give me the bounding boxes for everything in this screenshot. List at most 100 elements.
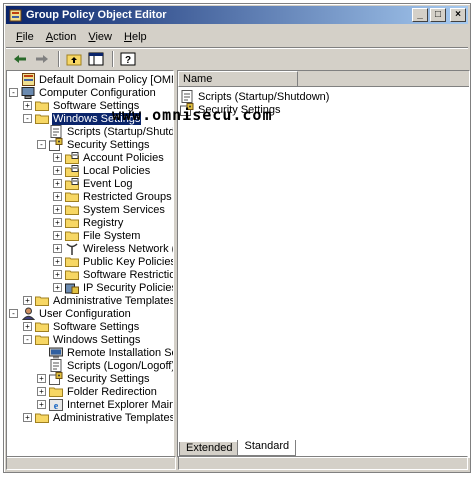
column-header-name[interactable]: Name (178, 71, 298, 87)
forward-arrow-icon (36, 54, 48, 63)
minimize-button[interactable]: _ (412, 8, 428, 22)
folder-icon (35, 113, 49, 125)
tree-node[interactable]: + Folder Redirection (9, 385, 173, 398)
collapse-icon[interactable]: - (23, 114, 32, 123)
tree-node-label: Restricted Groups (83, 190, 172, 203)
svg-text:e: e (54, 401, 59, 411)
menu-action[interactable]: Action (40, 29, 83, 45)
menu-bar: File Action View Help (6, 27, 468, 46)
tree-node[interactable]: - Windows Settings (9, 333, 173, 346)
tree-node[interactable]: - Security Settings (9, 138, 173, 151)
menu-view[interactable]: View (82, 29, 118, 45)
maximize-button[interactable]: □ (430, 8, 446, 22)
expand-icon[interactable]: + (53, 166, 62, 175)
help-icon: ? (120, 52, 136, 66)
tree-node[interactable]: + System Services (9, 203, 173, 216)
expand-icon[interactable]: + (37, 400, 46, 409)
tree-node[interactable]: + IP Security Policies or (9, 281, 173, 294)
tree-node-label: Registry (83, 216, 124, 229)
tree-node[interactable]: + Administrative Templates (9, 411, 174, 424)
folder-icon (65, 204, 79, 216)
console-tree-icon (88, 52, 104, 65)
expand-icon[interactable]: + (53, 153, 62, 162)
collapse-icon[interactable]: - (9, 88, 18, 97)
folder-icon (35, 412, 49, 424)
expand-icon[interactable]: + (53, 283, 62, 292)
computer-icon (21, 86, 35, 99)
tree-node[interactable]: Scripts (Startup/Shutdow (9, 125, 174, 138)
tree-node[interactable]: Default Domain Policy [OMNI-SERV-0 (9, 73, 173, 86)
tree-node[interactable]: + Software Restriction (9, 268, 173, 281)
collapse-icon[interactable]: - (9, 309, 18, 318)
tree-node-label: Windows Settings (53, 333, 141, 346)
status-cell-left (6, 456, 176, 470)
tree-node-label: Administrative Templates (53, 294, 174, 307)
folder-icon (65, 230, 79, 242)
tree-node[interactable]: + Software Settings (9, 320, 173, 333)
tree-node-label: System Services (83, 203, 165, 216)
up-one-level-button[interactable] (64, 50, 84, 68)
tree-node[interactable]: Remote Installation Servi (9, 346, 173, 359)
tree-node[interactable]: + Public Key Policies (9, 255, 173, 268)
tree-node[interactable]: - User Configuration (9, 307, 173, 320)
tree-node[interactable]: + Administrative Templates (9, 294, 174, 307)
watermark-text: www.omnisecu.com (112, 106, 273, 124)
tree-node-label: Scripts (Startup/Shutdow (67, 125, 174, 138)
tree-node-label: Administrative Templates (53, 411, 174, 424)
tab-extended[interactable]: Extended (179, 442, 240, 456)
tree-node[interactable]: + Account Policies (9, 151, 173, 164)
back-button[interactable] (10, 50, 30, 68)
expand-icon[interactable]: + (37, 374, 46, 383)
tree-node[interactable]: + File System (9, 229, 173, 242)
menu-file[interactable]: File (10, 29, 40, 45)
list-item[interactable]: Scripts (Startup/Shutdown) (180, 90, 330, 103)
close-button[interactable]: × (450, 8, 466, 22)
tab-standard[interactable]: Standard (237, 440, 297, 456)
tree-node[interactable]: + Security Settings (9, 372, 173, 385)
expand-icon[interactable]: + (37, 387, 46, 396)
tree-node[interactable]: + Wireless Network (IE (9, 242, 173, 255)
tree-node-label: Account Policies (83, 151, 164, 164)
folder-icon (35, 334, 49, 346)
console-tree: Default Domain Policy [OMNI-SERV-0 - Compu… (9, 73, 174, 424)
collapse-icon[interactable]: - (23, 335, 32, 344)
tree-node[interactable]: + Restricted Groups (9, 190, 173, 203)
expand-icon[interactable]: + (53, 244, 62, 253)
list-item-label: Scripts (Startup/Shutdown) (198, 90, 330, 103)
tree-node-label: Computer Configuration (39, 86, 156, 99)
folder-icon (65, 256, 79, 268)
tree-node[interactable]: Scripts (Logon/Logoff) (9, 359, 174, 372)
tree-node[interactable]: + Registry (9, 216, 173, 229)
policy-folder-icon (65, 177, 79, 190)
tree-node-label: Scripts (Logon/Logoff) (67, 359, 174, 372)
help-button[interactable]: ? (118, 50, 138, 68)
svg-text:?: ? (125, 55, 131, 66)
details-pane[interactable]: Name Scripts (Startup/Shutdown) Security … (177, 70, 470, 458)
policy-icon (21, 73, 35, 86)
expand-icon[interactable]: + (23, 413, 32, 422)
tree-node[interactable]: + e Internet Explorer Mainter (9, 398, 173, 411)
forward-button[interactable] (32, 50, 52, 68)
expand-icon[interactable]: + (53, 179, 62, 188)
antenna-icon (65, 242, 79, 255)
menu-help[interactable]: Help (118, 29, 153, 45)
expand-icon[interactable]: + (53, 205, 62, 214)
expand-icon[interactable]: + (23, 322, 32, 331)
expand-icon[interactable]: + (53, 257, 62, 266)
tree-node-label: Security Settings (67, 372, 150, 385)
tree-node[interactable]: + Event Log (9, 177, 173, 190)
expand-icon[interactable]: + (53, 218, 62, 227)
expand-icon[interactable]: + (53, 270, 62, 279)
expand-icon[interactable]: + (23, 101, 32, 110)
collapse-icon[interactable]: - (37, 140, 46, 149)
tree-node[interactable]: - Computer Configuration (9, 86, 173, 99)
show-hide-tree-button[interactable] (86, 50, 106, 68)
tree-node-label: Software Settings (53, 320, 140, 333)
tree-node[interactable]: + Local Policies (9, 164, 173, 177)
tree-node-label: Event Log (83, 177, 133, 190)
expand-icon[interactable]: + (53, 231, 62, 240)
expand-icon[interactable]: + (23, 296, 32, 305)
expand-icon[interactable]: + (53, 192, 62, 201)
console-tree-pane[interactable]: Default Domain Policy [OMNI-SERV-0 - Compu… (6, 70, 174, 458)
title-bar[interactable]: Group Policy Object Editor _ □ × (6, 6, 468, 24)
